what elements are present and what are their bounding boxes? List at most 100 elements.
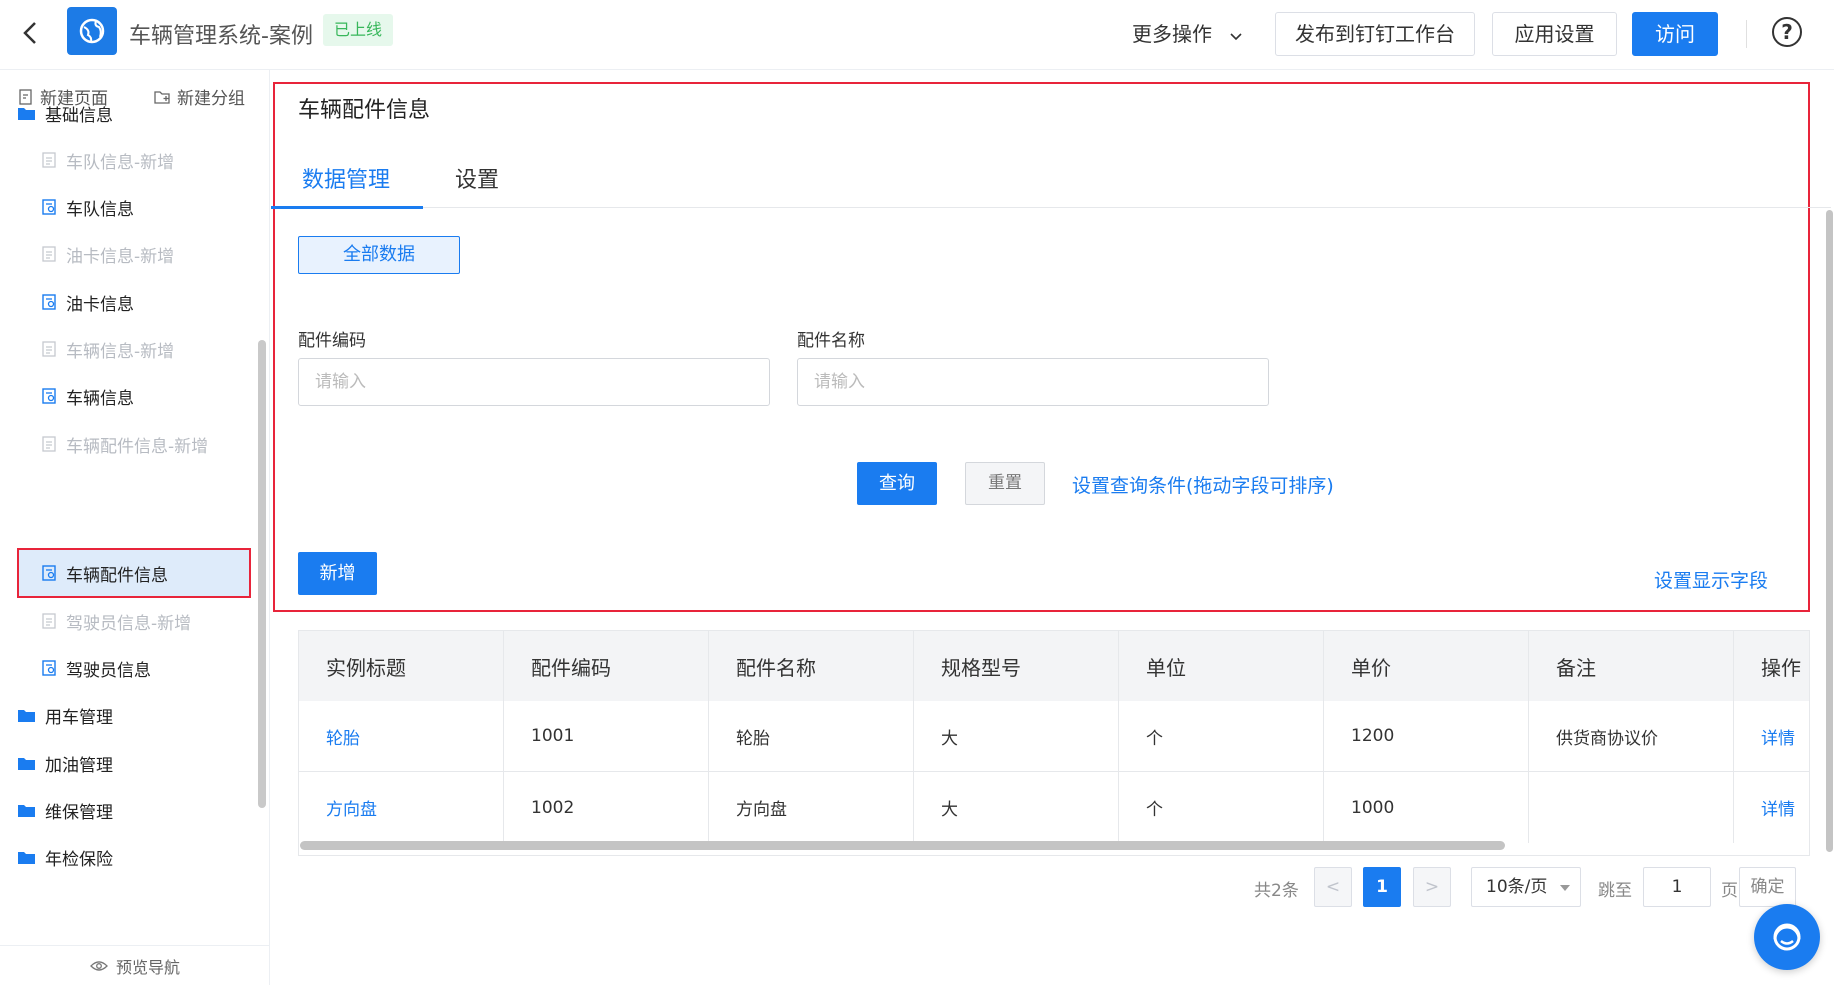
table-cell: 个 <box>1119 701 1324 771</box>
page-icon <box>42 246 56 262</box>
next-page-button[interactable]: > <box>1413 867 1451 907</box>
record-title-link[interactable]: 方向盘 <box>326 795 377 820</box>
page-icon <box>42 613 56 629</box>
preview-nav-label: 预览导航 <box>115 957 180 977</box>
sidebar-group-label: 维保管理 <box>45 802 113 823</box>
sidebar-item-vehicle-add[interactable]: 车辆信息-新增 <box>42 336 174 362</box>
sidebar-item-fleet[interactable]: 车队信息 <box>42 194 134 220</box>
all-data-view-button[interactable]: 全部数据 <box>298 236 460 274</box>
sidebar-group-maintenance[interactable]: 维保管理 <box>18 797 113 823</box>
folder-icon <box>18 108 35 120</box>
report-page-icon <box>42 199 56 215</box>
back-arrow-icon[interactable] <box>16 18 46 48</box>
column-header[interactable]: 单位 <box>1119 631 1324 701</box>
table-cell: 轮胎 <box>299 701 504 771</box>
column-header[interactable]: 配件名称 <box>709 631 914 701</box>
details-link[interactable]: 详情 <box>1761 795 1795 820</box>
sidebar-item-label: 驾驶员信息 <box>66 660 151 681</box>
column-header[interactable]: 备注 <box>1529 631 1734 701</box>
report-page-icon <box>42 388 56 404</box>
column-header[interactable]: 实例标题 <box>299 631 504 701</box>
tab-divider <box>271 207 1831 208</box>
new-group-button[interactable]: 新建分组 <box>154 84 245 109</box>
sidebar-group-vehicle-use[interactable]: 用车管理 <box>18 702 113 728</box>
table-cell: 方向盘 <box>299 772 504 843</box>
data-table: 实例标题 配件编码 配件名称 规格型号 单位 单价 备注 操作 轮胎 1001 … <box>298 630 1810 856</box>
column-header[interactable]: 规格型号 <box>914 631 1119 701</box>
page-icon <box>42 436 56 452</box>
folder-icon <box>18 852 35 864</box>
table-horizontal-scrollbar[interactable] <box>300 841 1505 850</box>
part-code-input[interactable]: 请输入 <box>298 358 770 406</box>
sidebar-item-driver[interactable]: 驾驶员信息 <box>42 655 151 681</box>
page-title: 车辆配件信息 <box>298 98 431 123</box>
part-name-input[interactable]: 请输入 <box>797 358 1269 406</box>
app-title: 车辆管理系统-案例 <box>129 24 313 49</box>
tab-data-management[interactable]: 数据管理 <box>302 162 390 194</box>
sidebar-group-fuel[interactable]: 加油管理 <box>18 750 113 776</box>
sidebar-item-parts[interactable]: 车辆配件信息 <box>42 560 168 586</box>
table-row: 轮胎 1001 轮胎 大 个 1200 供货商协议价 详情 <box>299 701 1809 772</box>
more-actions-menu[interactable]: 更多操作 <box>1132 18 1242 47</box>
eye-icon <box>90 960 108 971</box>
reset-button[interactable]: 重置 <box>965 462 1045 505</box>
table-cell: 供货商协议价 <box>1529 701 1734 771</box>
new-group-label: 新建分组 <box>177 89 245 109</box>
sidebar-item-label: 车辆信息-新增 <box>66 341 175 362</box>
publish-dingtalk-button[interactable]: 发布到钉钉工作台 <box>1275 12 1475 56</box>
table-cell: 方向盘 <box>709 772 914 843</box>
folder-icon <box>18 710 35 722</box>
more-actions-label: 更多操作 <box>1132 22 1212 46</box>
app-settings-button[interactable]: 应用设置 <box>1492 12 1617 56</box>
caret-down-icon <box>1560 868 1570 906</box>
jump-page-input[interactable]: 1 <box>1643 867 1711 907</box>
table-cell: 大 <box>914 772 1119 843</box>
sidebar-item-fleet-add[interactable]: 车队信息-新增 <box>42 147 174 173</box>
sidebar-group-inspection[interactable]: 年检保险 <box>18 844 113 870</box>
table-header-row: 实例标题 配件编码 配件名称 规格型号 单位 单价 备注 操作 <box>299 631 1809 701</box>
sidebar-item-label: 驾驶员信息-新增 <box>66 613 192 634</box>
sidebar-group-basic-info[interactable]: 基础信息 <box>18 100 113 126</box>
table-cell: 个 <box>1119 772 1324 843</box>
status-badge: 已上线 <box>323 14 394 46</box>
prev-page-button[interactable]: < <box>1314 867 1352 907</box>
sidebar-scrollbar[interactable] <box>258 340 266 808</box>
record-title-link[interactable]: 轮胎 <box>326 724 360 749</box>
query-settings-link[interactable]: 设置查询条件(拖动字段可排序) <box>1072 471 1334 498</box>
sidebar-item-vehicle[interactable]: 车辆信息 <box>42 383 134 409</box>
column-header[interactable]: 配件编码 <box>504 631 709 701</box>
sidebar-item-fuelcard-add[interactable]: 油卡信息-新增 <box>42 241 174 267</box>
tab-settings[interactable]: 设置 <box>455 162 499 194</box>
highlight-box <box>273 82 1810 612</box>
column-header[interactable]: 操作 <box>1734 631 1809 701</box>
app-logo-icon <box>67 7 117 55</box>
visit-button[interactable]: 访问 <box>1632 12 1718 56</box>
main-vertical-scrollbar[interactable] <box>1826 210 1833 852</box>
customer-service-icon[interactable] <box>1754 904 1820 970</box>
sidebar-item-parts-add[interactable]: 车辆配件信息-新增 <box>42 431 208 457</box>
jump-to-label: 跳至 <box>1598 881 1632 901</box>
column-header[interactable]: 单价 <box>1324 631 1529 701</box>
total-count: 共2条 <box>1254 881 1299 901</box>
page-size-value: 10条/页 <box>1486 877 1548 897</box>
sidebar-item-driver-add[interactable]: 驾驶员信息-新增 <box>42 608 191 634</box>
header-divider <box>1746 20 1747 48</box>
query-button[interactable]: 查询 <box>857 462 937 505</box>
help-icon[interactable]: ? <box>1772 17 1802 47</box>
jump-confirm-button[interactable]: 确定 <box>1739 867 1796 907</box>
table-cell: 大 <box>914 701 1119 771</box>
display-fields-link[interactable]: 设置显示字段 <box>1654 566 1768 593</box>
sidebar-item-fuelcard[interactable]: 油卡信息 <box>42 289 134 315</box>
part-name-label: 配件名称 <box>797 331 865 351</box>
preview-nav-button[interactable]: 预览导航 <box>0 945 269 985</box>
table-cell: 详情 <box>1734 772 1809 843</box>
sidebar-nav: 新建页面 新建分组 基础信息 车队信息-新增 车队信息 油卡信息-新增 油卡信息… <box>0 70 270 985</box>
sidebar-item-label: 车辆信息 <box>66 388 134 409</box>
sidebar-group-label: 用车管理 <box>45 707 113 728</box>
sidebar-item-label: 车队信息-新增 <box>66 152 175 173</box>
page-number-current[interactable]: 1 <box>1363 867 1401 907</box>
details-link[interactable]: 详情 <box>1761 724 1795 749</box>
add-record-button[interactable]: 新增 <box>298 552 377 595</box>
page-size-select[interactable]: 10条/页 <box>1471 867 1581 907</box>
table-cell: 1001 <box>504 701 709 771</box>
